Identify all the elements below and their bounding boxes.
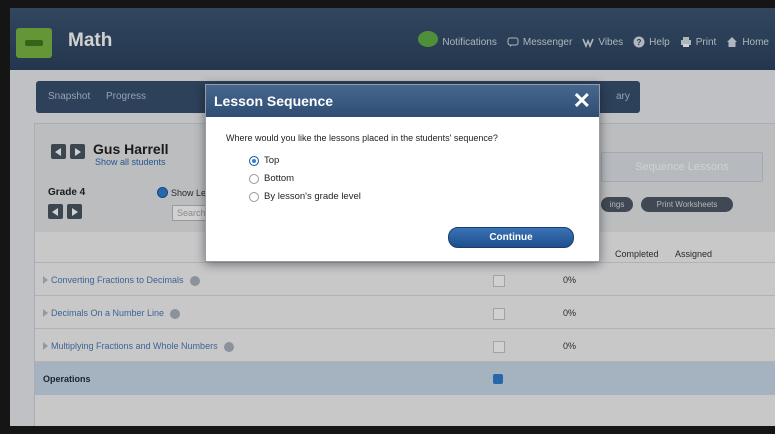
option-grade-level-label: By lesson's grade level [264, 191, 361, 202]
dialog-question: Where would you like the lessons placed … [226, 133, 498, 143]
close-icon[interactable]: ✕ [573, 88, 591, 114]
option-bottom-label: Bottom [264, 173, 295, 184]
radio-top[interactable] [249, 155, 259, 166]
dialog-title: Lesson Sequence [214, 93, 334, 109]
dialog-header: Lesson Sequence ✕ [206, 85, 599, 117]
option-top-label: Top [264, 155, 280, 166]
lesson-sequence-dialog: Lesson Sequence ✕ Where would you like t… [205, 84, 600, 262]
option-bottom[interactable]: Bottom [249, 173, 294, 184]
option-top[interactable]: Top [249, 155, 279, 166]
radio-bottom[interactable] [249, 173, 259, 184]
option-grade-level[interactable]: By lesson's grade level [249, 191, 361, 202]
radio-grade-level[interactable] [249, 191, 259, 202]
continue-button[interactable]: Continue [448, 227, 574, 248]
